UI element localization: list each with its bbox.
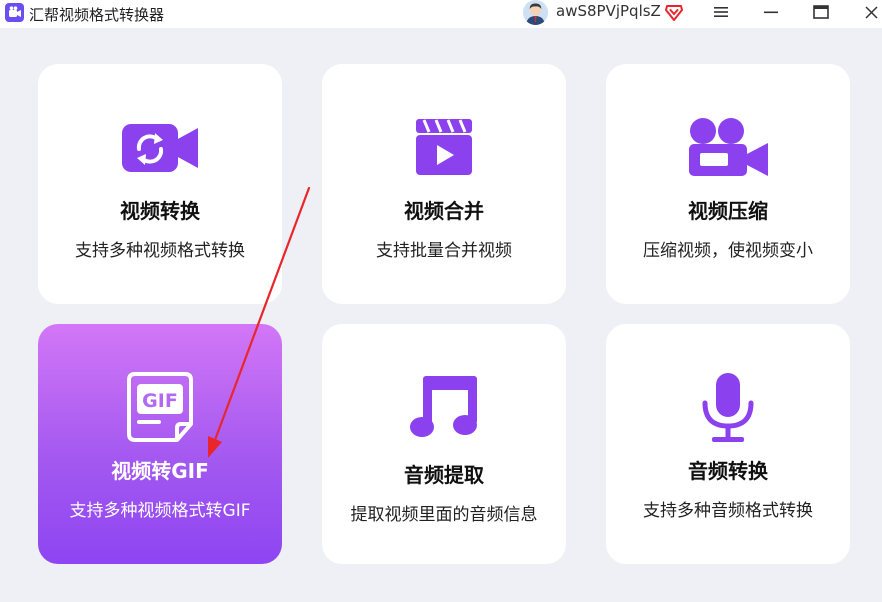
card-desc: 支持多种视频格式转GIF	[69, 501, 251, 521]
close-icon[interactable]	[856, 0, 882, 24]
minimize-icon[interactable]	[756, 0, 786, 24]
card-audio-convert[interactable]: 音频转换 支持多种音频格式转换	[606, 324, 850, 564]
card-desc: 提取视频里面的音频信息	[350, 505, 538, 525]
card-title: 音频提取	[404, 463, 484, 487]
gif-file-icon: GIF	[127, 372, 193, 446]
card-title: 视频转换	[120, 199, 200, 223]
card-audio-extract[interactable]: 音频提取 提取视频里面的音频信息	[322, 324, 566, 564]
music-note-icon	[409, 374, 479, 444]
maximize-icon[interactable]	[806, 0, 836, 24]
card-title: 音频转换	[688, 459, 768, 483]
card-video-to-gif[interactable]: GIF 视频转GIF 支持多种视频格式转GIF	[38, 324, 282, 564]
video-camera-icon	[687, 116, 769, 182]
avatar[interactable]	[523, 0, 548, 25]
svg-text:GIF: GIF	[142, 390, 178, 412]
card-desc: 支持批量合并视频	[376, 241, 512, 261]
card-desc: 压缩视频，使视频变小	[643, 241, 813, 261]
vip-diamond-icon[interactable]	[664, 2, 684, 26]
card-desc: 支持多种视频格式转换	[75, 241, 245, 261]
card-desc: 支持多种音频格式转换	[643, 501, 813, 521]
card-title: 视频压缩	[688, 199, 768, 223]
app-title: 汇帮视频格式转换器	[29, 6, 165, 24]
card-title: 视频合并	[404, 199, 484, 223]
video-convert-icon	[122, 122, 198, 178]
clapperboard-icon	[415, 118, 473, 180]
app-logo-icon	[5, 3, 24, 22]
microphone-icon	[700, 372, 756, 448]
menu-icon[interactable]	[706, 0, 736, 24]
card-title: 视频转GIF	[111, 459, 209, 483]
title-bar: 汇帮视频格式转换器 awS8PVjPqlsZ	[0, 0, 882, 28]
username[interactable]: awS8PVjPqlsZ	[556, 2, 661, 20]
card-video-compress[interactable]: 视频压缩 压缩视频，使视频变小	[606, 64, 850, 304]
card-video-merge[interactable]: 视频合并 支持批量合并视频	[322, 64, 566, 304]
card-video-convert[interactable]: 视频转换 支持多种视频格式转换	[38, 64, 282, 304]
